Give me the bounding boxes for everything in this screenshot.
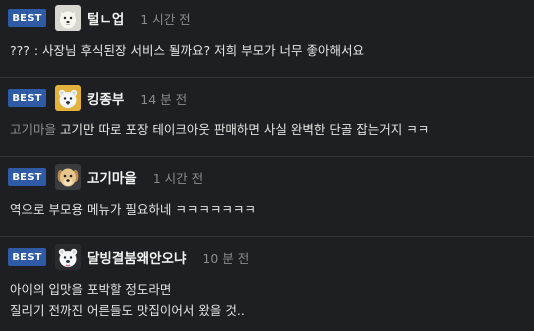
timestamp: 14 분 전 (140, 91, 188, 107)
comment-header: BEST 킹종부 14 분 전 (8, 85, 187, 111)
best-badge: BEST (8, 248, 46, 266)
comment-line: ??? : 사장님 후식된장 서비스 될까요? 저희 부모가 너무 좋아해서요 (10, 43, 365, 58)
best-badge: BEST (8, 168, 46, 186)
divider (0, 156, 534, 157)
nickname[interactable]: 털ㄴ업 (87, 8, 124, 28)
divider (0, 77, 534, 78)
mention[interactable]: 고기마을 (10, 122, 56, 137)
best-badge: BEST (8, 9, 46, 27)
comment-line: 아이의 입맛을 포박할 정도라면 (10, 282, 172, 297)
comment-body: 아이의 입맛을 포박할 정도라면 질리기 전까진 어른들도 맛집이어서 왔을 것… (10, 279, 245, 321)
comment-header: BEST 달빙결붐왜안오냐 10 분 전 (8, 244, 249, 270)
puppy-avatar-icon[interactable] (55, 164, 81, 190)
comment-line: 질리기 전까진 어른들도 맛집이어서 왔을 것.. (10, 303, 245, 318)
comment-body: 역으로 부모용 메뉴가 필요하네 ㅋㅋㅋㅋㅋㅋㅋ (10, 199, 256, 220)
timestamp: 10 분 전 (202, 250, 250, 266)
polar-bear-avatar-icon[interactable] (55, 244, 81, 270)
white-dog-avatar-icon[interactable] (55, 5, 81, 31)
comment-body: ??? : 사장님 후식된장 서비스 될까요? 저희 부모가 너무 좋아해서요 (10, 40, 364, 61)
comment-line: 고기만 따로 포장 테이크아웃 판매하면 사실 완벽한 단골 잡는거지 ㅋㅋ (60, 122, 430, 137)
nickname[interactable]: 고기마을 (87, 167, 137, 187)
comment-header: BEST 고기마을 1 시간 전 (8, 164, 203, 190)
best-badge: BEST (8, 89, 46, 107)
timestamp: 1 시간 전 (140, 11, 191, 27)
comment-body: 고기마을 고기만 따로 포장 테이크아웃 판매하면 사실 완벽한 단골 잡는거지 … (10, 119, 429, 140)
comment-header: BEST 털ㄴ업 1 시간 전 (8, 5, 191, 31)
comment-list: BEST 털ㄴ업 1 시간 전 ??? : 사장님 후식된장 서비스 될까요? … (0, 0, 534, 331)
nickname[interactable]: 킹종부 (87, 88, 124, 108)
timestamp: 1 시간 전 (152, 170, 204, 186)
divider (0, 236, 534, 237)
polar-bear-avatar-icon[interactable] (55, 85, 81, 111)
comment-line: 역으로 부모용 메뉴가 필요하네 ㅋㅋㅋㅋㅋㅋㅋ (10, 202, 256, 217)
nickname[interactable]: 달빙결붐왜안오냐 (87, 247, 186, 267)
